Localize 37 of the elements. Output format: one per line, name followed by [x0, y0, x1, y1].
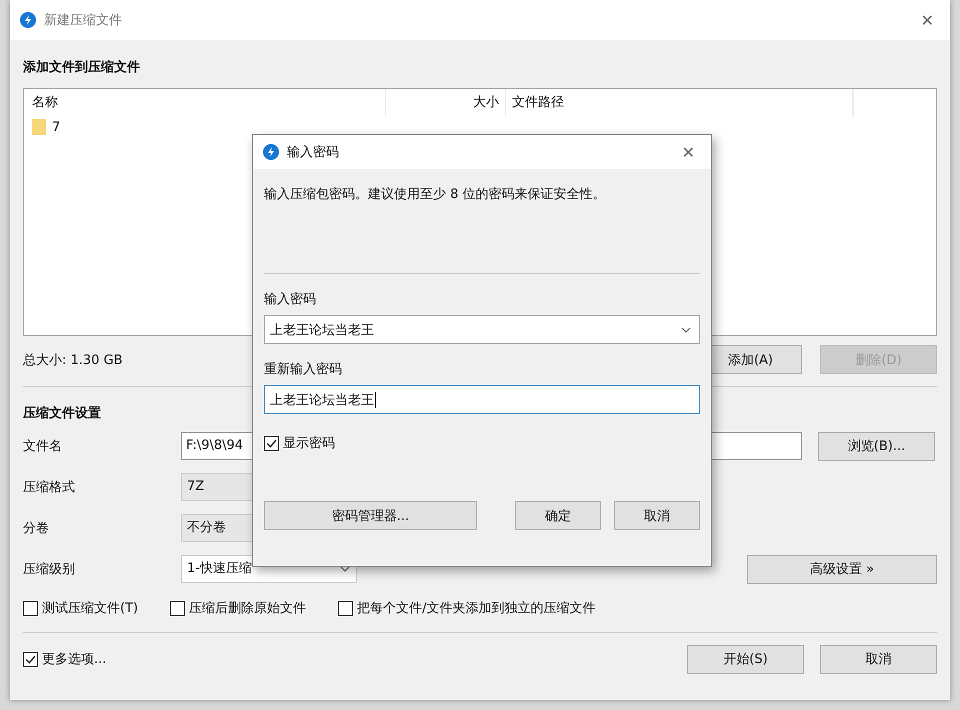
dialog-title: 输入密码 — [287, 144, 339, 161]
column-header[interactable]: 大小 — [386, 89, 506, 117]
advanced-settings-button[interactable]: 高级设置 » — [747, 554, 937, 584]
field-label: 压缩格式 — [23, 479, 76, 496]
dialog-button[interactable]: 取消 — [614, 501, 700, 530]
total-size: 总大小: 1.30 GB — [23, 352, 123, 368]
close-button[interactable]: ✕ — [676, 142, 701, 162]
field-label: 重新输入密码 — [264, 361, 343, 378]
option-checkbox[interactable]: 压缩后删除原始文件 — [170, 599, 306, 617]
section-heading: 添加文件到压缩文件 — [23, 58, 141, 74]
confirm-password-field[interactable]: 上老王论坛当老王 — [264, 385, 700, 414]
column-header[interactable]: 文件路径 — [506, 89, 853, 117]
option-checkbox[interactable]: 把每个文件/文件夹添加到独立的压缩文件 — [338, 599, 596, 617]
field-label: 输入密码 — [264, 291, 317, 308]
password-combo-field[interactable]: 上老王论坛当老王 — [264, 315, 700, 344]
show-password-checkbox[interactable]: 显示密码 — [264, 434, 700, 452]
instruction-text: 输入压缩包密码。建议使用至少 8 位的密码来保证安全性。 — [264, 186, 607, 203]
folder-icon — [32, 119, 46, 135]
field-label: 文件名 — [23, 438, 63, 455]
window-title: 新建压缩文件 — [44, 12, 122, 29]
browse-button[interactable]: 浏览(B)... — [818, 432, 935, 460]
password-manager-button[interactable]: 密码管理器... — [264, 501, 477, 530]
option-checkbox[interactable]: 测试压缩文件(T) — [23, 599, 138, 617]
close-button[interactable]: ✕ — [914, 10, 940, 30]
caret-icon — [681, 326, 691, 332]
field-label: 压缩级别 — [23, 561, 76, 578]
field-label: 分卷 — [23, 520, 50, 537]
column-header[interactable]: 名称 — [24, 89, 386, 117]
dialog-button[interactable]: 确定 — [515, 501, 601, 530]
more-options-checkbox[interactable]: 更多选项... — [23, 650, 106, 668]
footer-button[interactable]: 取消 — [820, 644, 937, 674]
app-icon — [263, 144, 279, 160]
footer-button[interactable]: 开始(S) — [687, 644, 804, 674]
section-heading: 压缩文件设置 — [23, 404, 102, 420]
file-name[interactable]: 7 — [52, 120, 60, 134]
caret-icon — [340, 566, 350, 572]
app-icon — [20, 12, 36, 28]
